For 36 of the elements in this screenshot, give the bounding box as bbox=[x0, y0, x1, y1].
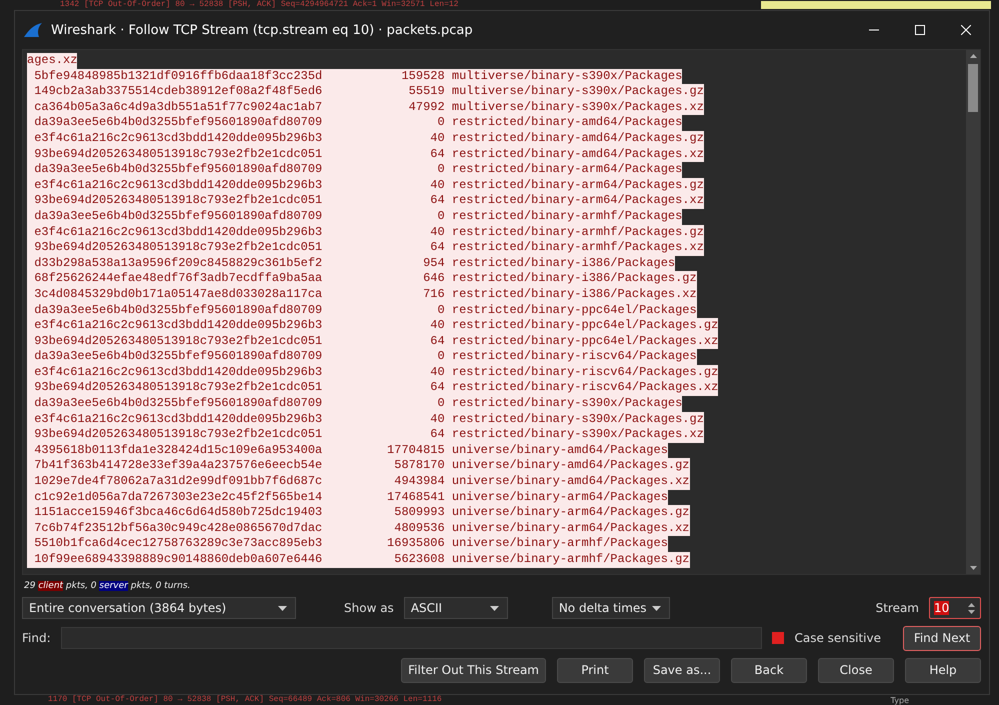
dialog-button[interactable]: Print bbox=[557, 658, 633, 682]
find-label: Find: bbox=[22, 631, 51, 645]
stream-text-area[interactable] bbox=[22, 49, 981, 575]
column-header: Type bbox=[890, 696, 909, 704]
packet-list-row: 1170 [TCP Out-Of-Order] 80 → 52838 [PSH, ACK] Seq=66489 Ack=806 Win=30266 Len=1116 bbox=[48, 695, 442, 705]
show-as-label: Show as bbox=[344, 601, 394, 615]
find-next-button[interactable]: Find Next bbox=[903, 626, 981, 650]
conversation-dropdown[interactable]: Entire conversation (3864 bytes) bbox=[22, 597, 296, 619]
scrollbar-thumb[interactable] bbox=[968, 64, 978, 112]
stream-label: Stream bbox=[876, 601, 919, 615]
find-field[interactable] bbox=[60, 627, 762, 649]
spin-up-icon[interactable] bbox=[968, 602, 974, 606]
scroll-down-icon[interactable] bbox=[970, 566, 976, 570]
minimize-icon bbox=[869, 29, 879, 31]
close-icon bbox=[961, 25, 971, 35]
delta-times-dropdown[interactable]: No delta times bbox=[552, 597, 670, 619]
dialog-button[interactable]: Help bbox=[905, 658, 981, 682]
scrollbar[interactable] bbox=[966, 50, 980, 574]
case-sensitive-label: Case sensitive bbox=[794, 631, 881, 645]
dialog-button[interactable]: Filter Out This Stream bbox=[401, 658, 546, 682]
dialog-button[interactable]: Close bbox=[818, 658, 894, 682]
dropdown-arrow-icon bbox=[652, 606, 661, 610]
packet-summary: 29 client pkts, 0 server pkts, 0 turns. bbox=[23, 580, 192, 593]
case-sensitive-checkbox[interactable] bbox=[772, 632, 784, 644]
packet-list-row: 1342 [TCP Out-Of-Order] 80 → 52838 [PSH, ACK] Seq=4294964721 Ack=1 Win=32571 Len=12 bbox=[60, 0, 458, 10]
maximize-icon bbox=[915, 25, 925, 35]
spin-down-icon[interactable] bbox=[968, 610, 974, 614]
dropdown-arrow-icon bbox=[490, 606, 499, 610]
shark-fin-icon bbox=[23, 22, 43, 38]
dropdown-arrow-icon bbox=[278, 606, 287, 610]
dialog-button[interactable]: Save as... bbox=[644, 658, 720, 682]
scroll-up-icon[interactable] bbox=[970, 54, 976, 58]
stream-spinbox[interactable]: 10 bbox=[929, 597, 981, 619]
window-title: Wireshark · Follow TCP Stream (tcp.stream eq 10) · packets.pcap bbox=[51, 22, 473, 38]
show-as-dropdown[interactable]: ASCII bbox=[404, 597, 508, 619]
dialog-button[interactable]: Back bbox=[731, 658, 807, 682]
